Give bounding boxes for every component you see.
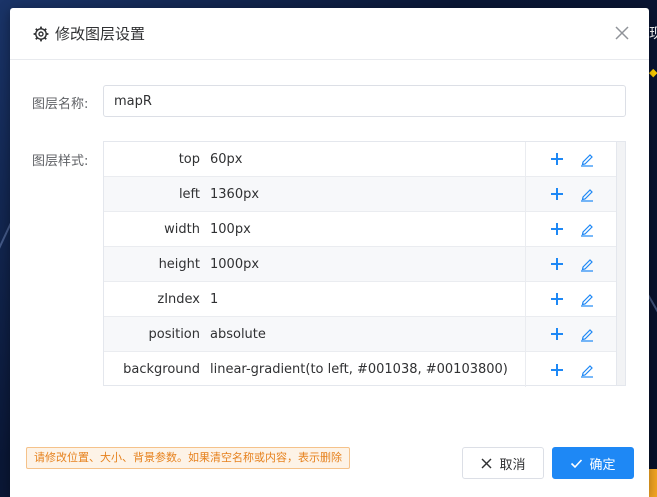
- layer-style-label: 图层样式:: [32, 154, 89, 169]
- style-actions: [526, 326, 595, 342]
- plus-icon[interactable]: [549, 362, 565, 378]
- x-icon: [481, 458, 492, 468]
- style-key: left: [178, 186, 200, 202]
- style-row: background linear-gradient(to left, #001…: [104, 352, 616, 387]
- style-key: height: [158, 256, 200, 272]
- style-actions: [526, 186, 595, 202]
- style-key: zIndex: [157, 291, 200, 307]
- style-row: top 60px: [104, 142, 616, 177]
- backdrop-edge-marker: ◆: [649, 66, 657, 79]
- edit-icon[interactable]: [579, 221, 595, 237]
- confirm-button[interactable]: 确定: [552, 447, 634, 479]
- style-row: height 1000px: [104, 247, 616, 282]
- edit-icon[interactable]: [579, 256, 595, 272]
- style-value: 1360px: [200, 177, 526, 211]
- style-actions: [526, 362, 595, 378]
- style-row: zIndex 1: [104, 282, 616, 317]
- edit-icon[interactable]: [579, 186, 595, 202]
- dialog-title: 修改图层设置: [55, 25, 146, 43]
- close-icon[interactable]: [613, 24, 631, 42]
- plus-icon[interactable]: [549, 151, 565, 167]
- check-icon: [571, 458, 583, 468]
- plus-icon[interactable]: [549, 326, 565, 342]
- style-value: absolute: [200, 317, 526, 351]
- style-rows: top 60px left 1360px width 100px height …: [104, 142, 616, 387]
- layer-settings-dialog: 修改图层设置 图层名称: 图层样式: top 60px left 1360px: [10, 8, 649, 497]
- edit-icon[interactable]: [579, 362, 595, 378]
- plus-icon[interactable]: [549, 221, 565, 237]
- backdrop-edge-text: 现: [649, 26, 657, 42]
- plus-icon[interactable]: [549, 291, 565, 307]
- layer-name-label: 图层名称:: [32, 97, 89, 112]
- style-key: background: [123, 362, 200, 377]
- plus-icon[interactable]: [549, 186, 565, 202]
- edit-icon[interactable]: [579, 151, 595, 167]
- cancel-label: 取消: [499, 457, 526, 473]
- style-actions: [526, 221, 595, 237]
- style-actions: [526, 256, 595, 272]
- gear-icon: [33, 26, 49, 41]
- layer-name-input[interactable]: [103, 85, 626, 117]
- hint-message: 请修改位置、大小、背景参数。如果清空名称或内容，表示删除: [26, 447, 350, 469]
- style-row: left 1360px: [104, 177, 616, 212]
- style-actions: [526, 151, 595, 167]
- plus-icon[interactable]: [549, 256, 565, 272]
- style-row: width 100px: [104, 212, 616, 247]
- style-value: linear-gradient(to left, #001038, #00103…: [200, 352, 526, 387]
- style-key: width: [164, 221, 200, 237]
- style-key: position: [148, 326, 201, 342]
- style-value: 1000px: [200, 247, 526, 281]
- table-scrollbar[interactable]: [616, 142, 625, 385]
- edit-icon[interactable]: [579, 326, 595, 342]
- layer-style-table: top 60px left 1360px width 100px height …: [103, 141, 626, 387]
- edit-icon[interactable]: [579, 291, 595, 307]
- style-actions: [526, 291, 595, 307]
- cancel-button[interactable]: 取消: [462, 447, 544, 479]
- dialog-header: 修改图层设置: [10, 8, 649, 60]
- style-row: position absolute: [104, 317, 616, 352]
- style-key: top: [178, 151, 200, 167]
- style-value: 100px: [200, 212, 526, 246]
- style-value: 60px: [200, 142, 526, 176]
- style-value: 1: [200, 282, 526, 316]
- confirm-label: 确定: [589, 457, 616, 473]
